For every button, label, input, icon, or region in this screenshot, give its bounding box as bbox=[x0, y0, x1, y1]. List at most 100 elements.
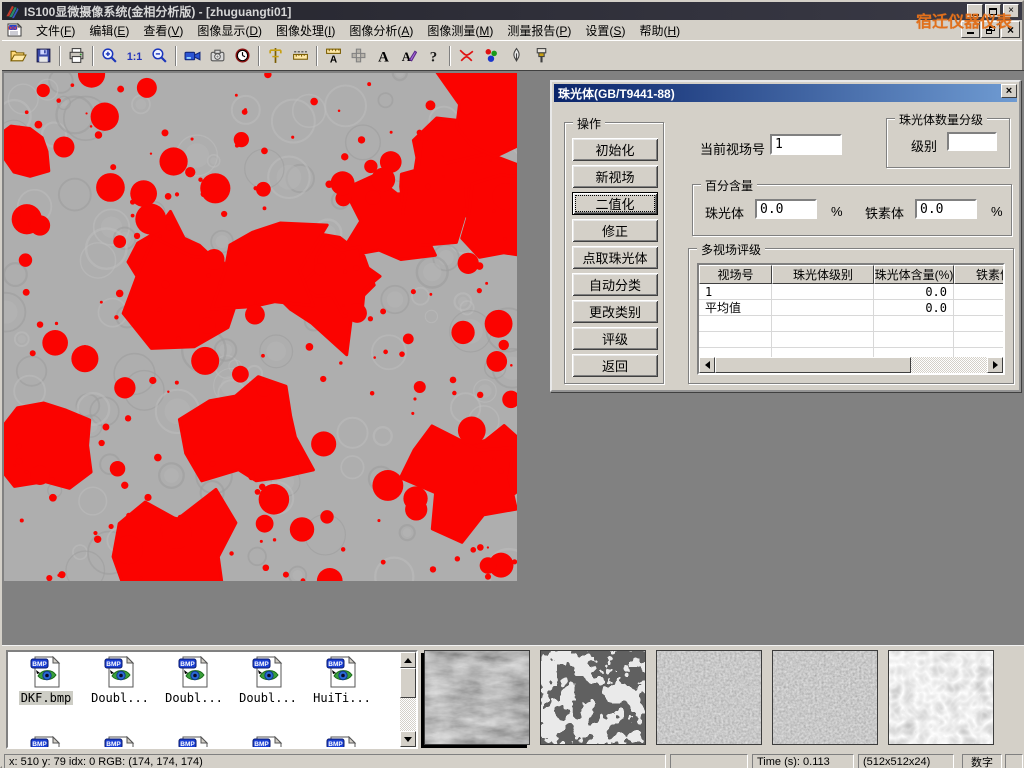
file-item[interactable]: BMP bbox=[232, 736, 304, 749]
file-item[interactable]: BMP Doubl... bbox=[84, 656, 156, 705]
change-class-button[interactable]: 更改类别 bbox=[572, 300, 658, 323]
multifield-table[interactable]: 视场号 珠光体级别 珠光体含量(%) 铁素体 1 0.0 平均值 0.0 bbox=[697, 263, 1005, 375]
menu-image-measure[interactable]: 图像测量(M) bbox=[420, 20, 500, 41]
zoom-in-icon bbox=[101, 47, 118, 64]
curve-tool-button[interactable] bbox=[454, 43, 479, 68]
measure-text-button[interactable]: A bbox=[321, 43, 346, 68]
menu-edit[interactable]: 编辑(E) bbox=[82, 20, 136, 41]
file-item[interactable]: BMP bbox=[10, 736, 82, 749]
file-item[interactable]: BMP bbox=[158, 736, 230, 749]
rate-button[interactable]: 评级 bbox=[572, 327, 658, 350]
correct-button[interactable]: 修正 bbox=[572, 219, 658, 242]
grid-icon bbox=[350, 47, 367, 64]
pen-button[interactable] bbox=[504, 43, 529, 68]
file-name[interactable]: Doubl... bbox=[237, 691, 299, 705]
svg-text:BMP: BMP bbox=[328, 661, 343, 668]
current-field-input[interactable]: 1 bbox=[770, 134, 842, 155]
ferrite-percent-input[interactable]: 0.0 bbox=[915, 199, 977, 219]
auto-classify-button[interactable]: 自动分类 bbox=[572, 273, 658, 296]
scrollbar-thumb[interactable] bbox=[715, 357, 911, 373]
new-field-button[interactable]: 新视场 bbox=[572, 165, 658, 188]
thumbnail-1[interactable] bbox=[424, 650, 530, 745]
file-item[interactable]: BMP bbox=[306, 736, 378, 749]
thumbnail-4[interactable] bbox=[772, 650, 878, 745]
file-item[interactable]: BMPDKF.bmp bbox=[10, 656, 82, 705]
thumbnail-2[interactable] bbox=[540, 650, 646, 745]
annotate-button[interactable]: A bbox=[396, 43, 421, 68]
table-horizontal-scrollbar[interactable] bbox=[699, 357, 1003, 373]
col-ferrite[interactable]: 铁素体 bbox=[954, 265, 1005, 284]
help-icon: ? bbox=[425, 47, 442, 64]
binarize-button[interactable]: 二值化 bbox=[572, 192, 658, 215]
file-browser[interactable]: BMPDKF.bmpBMPBMPDoubl...BMPBMPDoubl...BM… bbox=[6, 650, 418, 749]
thumbnail-3[interactable] bbox=[656, 650, 762, 745]
menu-image-analysis[interactable]: 图像分析(A) bbox=[342, 20, 420, 41]
pearlite-percent-input[interactable]: 0.0 bbox=[755, 199, 817, 219]
ruler-icon bbox=[292, 47, 309, 64]
clock-button[interactable] bbox=[230, 43, 255, 68]
bmp-file-icon: BMP bbox=[176, 656, 212, 688]
col-pearlite-grade[interactable]: 珠光体级别 bbox=[772, 265, 874, 284]
open-file-button[interactable] bbox=[6, 43, 31, 68]
thumbnail-5[interactable] bbox=[888, 650, 994, 745]
print-button[interactable] bbox=[64, 43, 89, 68]
capture-camera-button[interactable] bbox=[205, 43, 230, 68]
file-name[interactable]: Doubl... bbox=[163, 691, 225, 705]
menu-image-display[interactable]: 图像显示(D) bbox=[190, 20, 269, 41]
arrow-up-icon bbox=[404, 654, 412, 663]
return-button[interactable]: 返回 bbox=[572, 354, 658, 377]
app-logo-icon bbox=[4, 4, 20, 19]
svg-text:BMP: BMP bbox=[106, 661, 121, 668]
file-name[interactable]: DKF.bmp bbox=[19, 691, 74, 705]
file-item[interactable]: BMP HuiTi... bbox=[306, 656, 378, 705]
col-pearlite-percent[interactable]: 珠光体含量(%) bbox=[874, 265, 954, 284]
scroll-down-button[interactable] bbox=[400, 731, 416, 747]
svg-text:A: A bbox=[330, 54, 338, 64]
zoom-out-button[interactable] bbox=[147, 43, 172, 68]
dialog-title-bar[interactable]: 珠光体(GB/T9441-88) bbox=[554, 84, 1017, 102]
caliper-button[interactable] bbox=[263, 43, 288, 68]
scrollbar-track[interactable] bbox=[715, 357, 987, 373]
video-camera-button[interactable] bbox=[180, 43, 205, 68]
metallographic-image[interactable] bbox=[4, 73, 517, 581]
bmp-file-icon: BMP bbox=[250, 736, 286, 749]
text-button[interactable]: A bbox=[371, 43, 396, 68]
scroll-left-button[interactable] bbox=[699, 357, 715, 373]
file-item[interactable]: BMP bbox=[84, 736, 156, 749]
col-field-number[interactable]: 视场号 bbox=[699, 265, 772, 284]
table-row[interactable]: 1 0.0 bbox=[699, 284, 1005, 300]
grade-label: 级别 bbox=[911, 136, 937, 155]
save-button[interactable] bbox=[31, 43, 56, 68]
file-name[interactable]: HuiTi... bbox=[311, 691, 373, 705]
dialog-close-button[interactable]: × bbox=[1001, 84, 1017, 98]
menu-measure-report[interactable]: 测量报告(P) bbox=[500, 20, 578, 41]
grid-button[interactable] bbox=[346, 43, 371, 68]
file-vertical-scrollbar[interactable] bbox=[400, 652, 416, 747]
vendor-watermark: 宿迁仪器仪表 bbox=[916, 8, 1012, 32]
menu-file[interactable]: 文件(F) bbox=[29, 20, 82, 41]
file-item[interactable]: BMPDoubl... bbox=[232, 656, 304, 705]
classify-balls-button[interactable] bbox=[479, 43, 504, 68]
initialize-button[interactable]: 初始化 bbox=[572, 138, 658, 161]
brush-button[interactable] bbox=[529, 43, 554, 68]
arrow-down-icon bbox=[404, 737, 412, 746]
file-item[interactable]: BMP Doubl... bbox=[158, 656, 230, 705]
actual-size-button[interactable]: 1:1 bbox=[122, 43, 147, 68]
grade-input[interactable] bbox=[947, 132, 997, 151]
scroll-up-button[interactable] bbox=[400, 652, 416, 668]
scroll-right-button[interactable] bbox=[987, 357, 1003, 373]
menu-image-process[interactable]: 图像处理(I) bbox=[269, 20, 342, 41]
scrollbar-thumb[interactable] bbox=[400, 668, 416, 698]
zoom-in-button[interactable] bbox=[97, 43, 122, 68]
menu-help[interactable]: 帮助(H) bbox=[632, 20, 687, 41]
file-name[interactable]: Doubl... bbox=[89, 691, 151, 705]
measure-text-icon: A bbox=[325, 47, 342, 64]
menu-view[interactable]: 查看(V) bbox=[136, 20, 190, 41]
pick-pearlite-button[interactable]: 点取珠光体 bbox=[572, 246, 658, 269]
ruler-button[interactable] bbox=[288, 43, 313, 68]
menu-settings[interactable]: 设置(S) bbox=[578, 20, 632, 41]
table-row[interactable]: 平均值 0.0 bbox=[699, 300, 1005, 316]
help-button[interactable]: ? bbox=[421, 43, 446, 68]
dialog-title: 珠光体(GB/T9441-88) bbox=[558, 85, 675, 102]
app-window: IS100显微摄像系统(金相分析版) - [zhuguangti01] × 宿迁… bbox=[0, 0, 1024, 768]
